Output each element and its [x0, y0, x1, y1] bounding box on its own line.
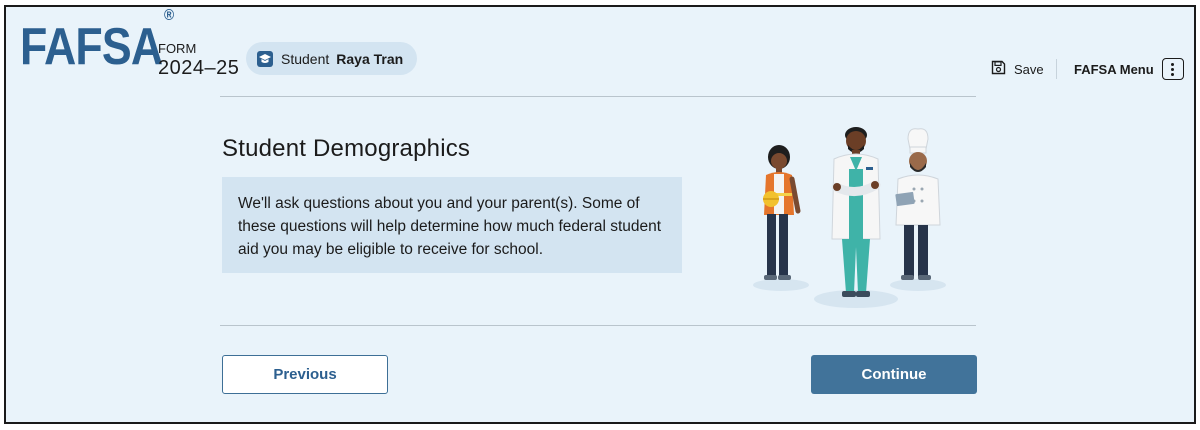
student-role: Student — [281, 50, 330, 67]
student-chip: Student Raya Tran — [246, 42, 418, 75]
footer-divider-line — [220, 325, 976, 326]
floppy-disk-icon — [991, 60, 1006, 78]
previous-button[interactable]: Previous — [222, 355, 388, 394]
continue-button[interactable]: Continue — [811, 355, 977, 394]
header-divider-line — [220, 96, 976, 97]
fafsa-window: FAFSA® FORM 2024–25 Student Raya Tran Sa… — [4, 5, 1196, 424]
professionals-illustration — [753, 127, 946, 308]
kebab-menu-icon — [1161, 58, 1184, 80]
save-label: Save — [1014, 61, 1044, 77]
form-year: 2024–25 — [158, 57, 240, 79]
save-button[interactable]: Save — [991, 60, 1044, 78]
student-name: Raya Tran — [336, 50, 404, 67]
fafsa-logo: FAFSA® — [20, 6, 174, 76]
fafsa-menu-button[interactable]: FAFSA Menu — [1074, 58, 1184, 80]
header-divider — [1056, 59, 1057, 79]
page-title: Student Demographics — [222, 135, 471, 162]
graduation-cap-icon — [256, 50, 274, 68]
form-label: FORM — [158, 41, 197, 56]
info-box: We'll ask questions about you and your p… — [222, 177, 682, 273]
fafsa-menu-label: FAFSA Menu — [1074, 61, 1154, 77]
